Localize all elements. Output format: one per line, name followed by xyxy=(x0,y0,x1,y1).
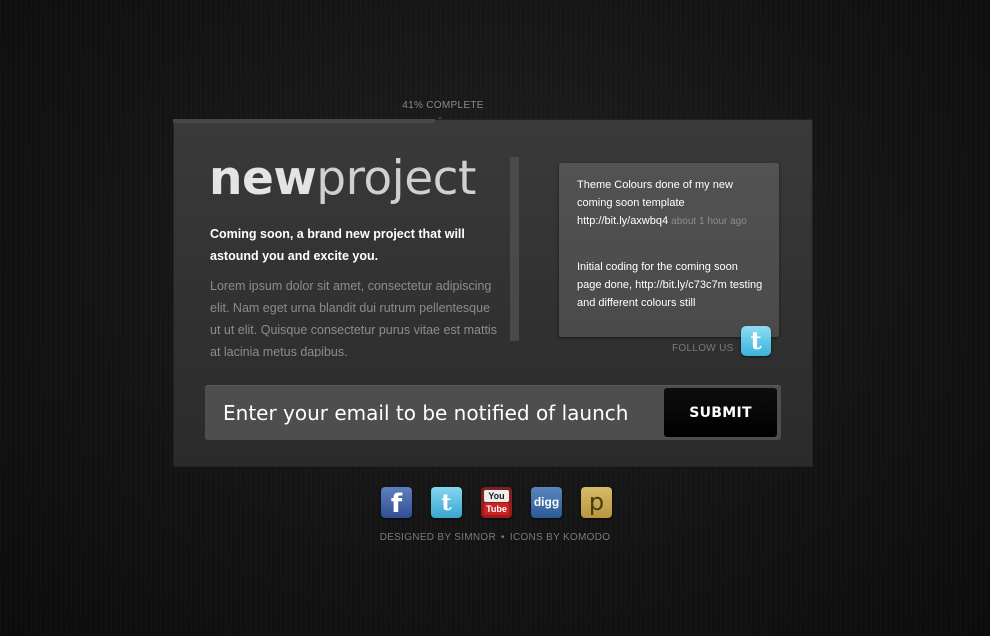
scrollbar[interactable] xyxy=(510,157,519,341)
progress-bar xyxy=(173,119,436,123)
tweet-item: Theme Colours done of my new coming soon… xyxy=(577,176,763,231)
twitter-icon[interactable]: t xyxy=(431,487,462,518)
submit-button[interactable]: SUBMIT xyxy=(664,388,777,437)
posterous-icon[interactable]: p xyxy=(581,487,612,518)
footer-credits: DESIGNED BY SIMNOR • ICONS BY KOMODO xyxy=(0,532,990,543)
logo-bold-text: new xyxy=(209,151,317,206)
facebook-icon[interactable]: f xyxy=(381,487,412,518)
tweet-item: Initial coding for the coming soon page … xyxy=(577,258,763,312)
tweet-text[interactable]: Initial coding for the coming soon page … xyxy=(577,261,762,309)
intro-body-text: Lorem ipsum dolor sit amet, consectetur … xyxy=(210,279,497,357)
progress-label: 41% COMPLETE xyxy=(402,100,484,111)
follow-us-label: FOLLOW US xyxy=(672,343,734,354)
signup-form: SUBMIT xyxy=(205,385,781,440)
logo: newproject xyxy=(209,149,476,209)
icons-by-link[interactable]: ICONS BY KOMODO xyxy=(510,532,610,543)
email-input[interactable] xyxy=(223,385,653,440)
main-panel: newproject Coming soon, a brand new proj… xyxy=(173,119,813,467)
tweet-feed: Theme Colours done of my new coming soon… xyxy=(559,163,779,337)
tagline: Coming soon, a brand new project that wi… xyxy=(210,227,465,263)
tweet-time: about 1 hour ago xyxy=(671,216,747,227)
twitter-icon[interactable]: t xyxy=(741,326,771,356)
digg-icon[interactable]: digg xyxy=(531,487,562,518)
separator-dot: • xyxy=(501,532,505,543)
logo-light-text: project xyxy=(316,151,476,206)
designed-by-link[interactable]: DESIGNED BY SIMNOR xyxy=(380,532,496,543)
youtube-icon[interactable]: You Tube xyxy=(481,487,512,518)
